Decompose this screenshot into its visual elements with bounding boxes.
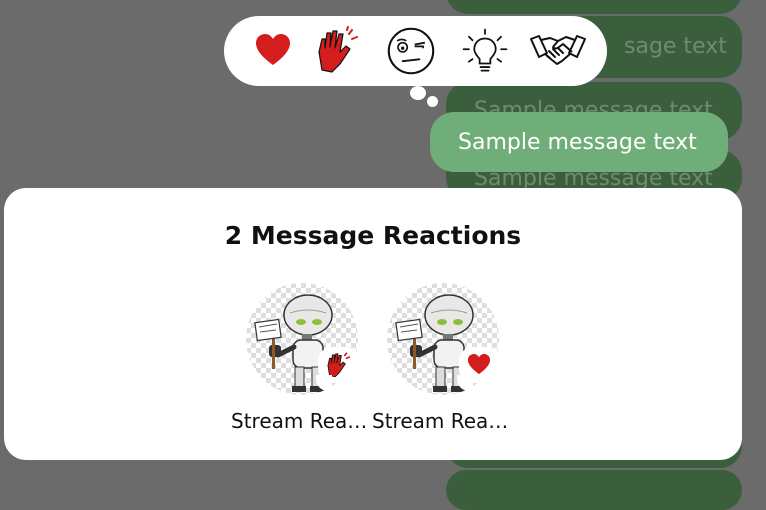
picker-tail-dot xyxy=(410,86,426,100)
reactions-bottom-sheet: 2 Message Reactions Stream Reac… Stream … xyxy=(4,188,742,460)
love-reaction-icon[interactable] xyxy=(248,26,298,76)
wave-reaction-icon[interactable] xyxy=(312,26,362,76)
idea-reaction-icon[interactable] xyxy=(460,26,510,76)
sheet-title: 2 Message Reactions xyxy=(224,221,522,250)
handshake-reaction-icon[interactable] xyxy=(527,26,589,76)
selected-message-bubble[interactable]: Sample message text xyxy=(430,112,728,172)
user-name: Stream Reac… xyxy=(231,409,371,433)
picker-tail-dot xyxy=(427,96,438,107)
reaction-picker xyxy=(224,16,607,107)
message-bubble[interactable] xyxy=(446,470,742,510)
message-text: Sample message text xyxy=(458,130,697,155)
user-name: Stream Reac… xyxy=(372,409,512,433)
message-text: sage text xyxy=(624,34,727,59)
message-bubble[interactable] xyxy=(446,0,742,14)
wut-reaction-icon[interactable] xyxy=(386,26,436,76)
